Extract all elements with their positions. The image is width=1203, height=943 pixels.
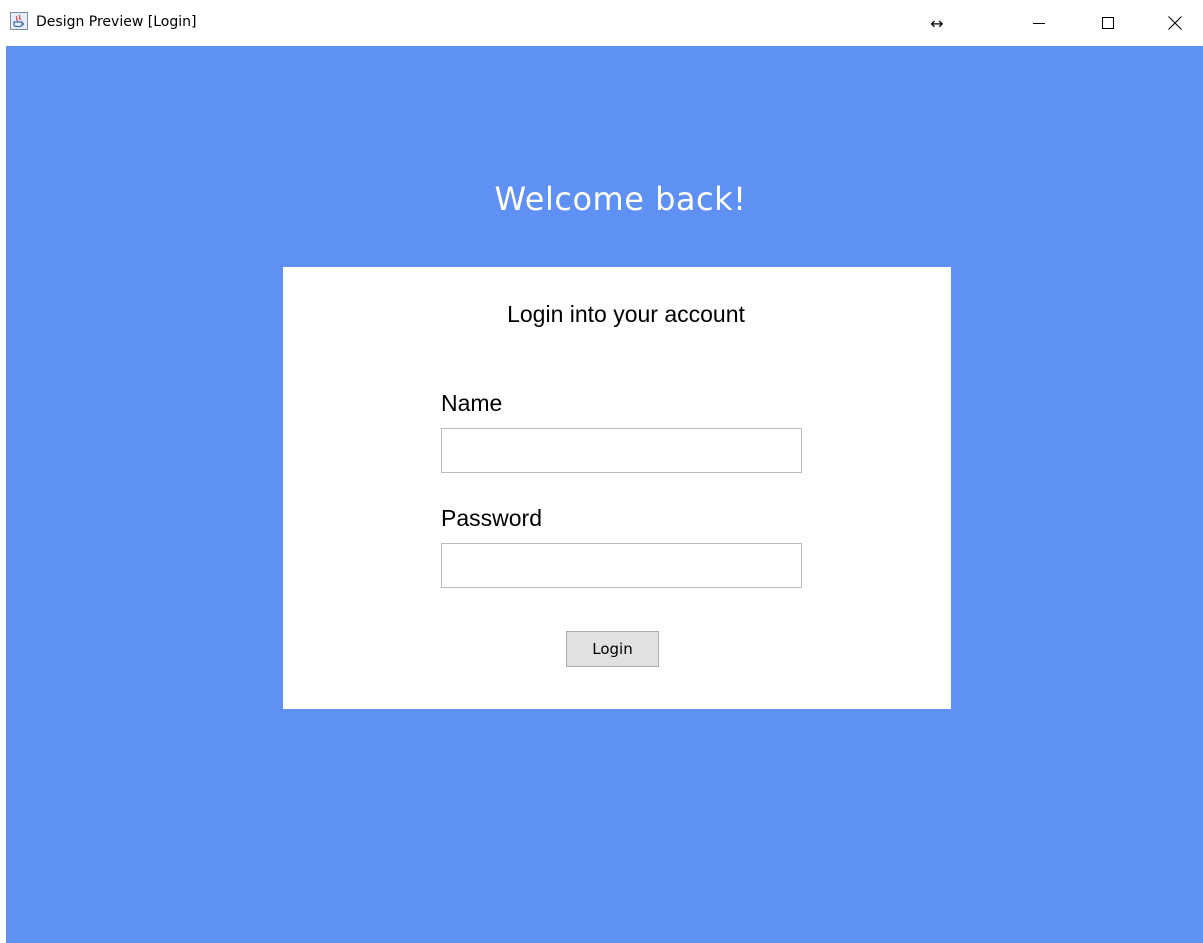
password-label: Password xyxy=(441,505,542,531)
application-window: Design Preview [Login] ↔ Welcome back! L… xyxy=(0,0,1203,943)
welcome-heading: Welcome back! xyxy=(494,180,747,218)
minimize-icon xyxy=(1033,23,1045,24)
resize-arrows-icon: ↔ xyxy=(930,13,944,33)
window-title: Design Preview [Login] xyxy=(36,14,197,30)
maximize-button[interactable] xyxy=(1085,0,1131,46)
password-input[interactable] xyxy=(441,543,802,588)
maximize-icon xyxy=(1102,17,1114,29)
java-app-icon[interactable] xyxy=(10,12,28,30)
close-icon xyxy=(1168,16,1182,30)
title-bar[interactable]: Design Preview [Login] ↔ xyxy=(0,0,1203,46)
login-button[interactable]: Login xyxy=(566,631,659,667)
close-button[interactable] xyxy=(1152,0,1198,46)
login-panel: Welcome back! Login into your account Na… xyxy=(6,46,1203,943)
name-input[interactable] xyxy=(441,428,802,473)
login-subtitle: Login into your account xyxy=(507,301,745,327)
name-label: Name xyxy=(441,390,503,416)
login-card: Login into your account Name Password Lo… xyxy=(283,267,951,709)
minimize-button[interactable] xyxy=(1016,0,1062,46)
